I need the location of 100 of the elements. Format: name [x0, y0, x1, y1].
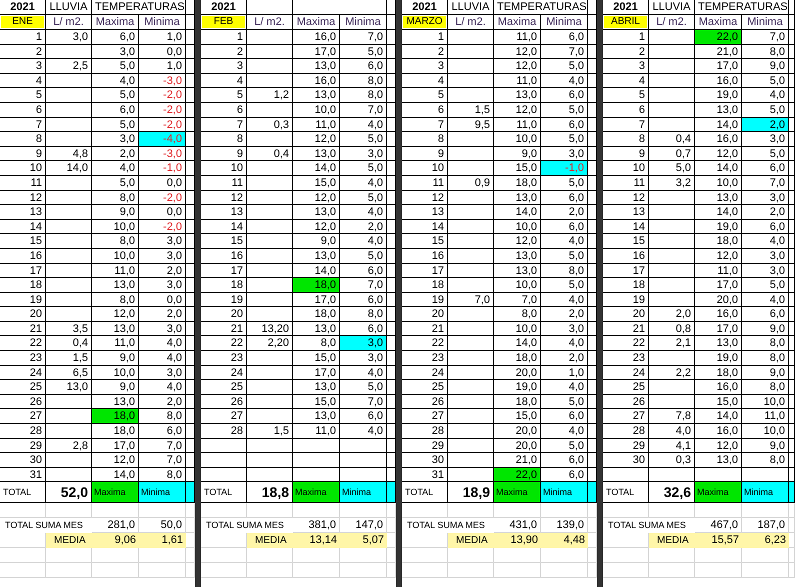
max-cell: 17,0: [293, 292, 340, 308]
max-cell: 10,0: [92, 366, 139, 380]
max-cell: 3,0: [92, 44, 139, 60]
day-cell: 23: [402, 351, 448, 366]
day-cell: 26: [402, 394, 448, 410]
min-cell: 2,0: [541, 307, 588, 322]
empty-cell: [649, 88, 695, 103]
max-cell: 5,0: [92, 88, 139, 103]
spacer-cell: [186, 161, 195, 176]
spacer-cell: [387, 30, 396, 45]
day-cell: 10: [402, 161, 448, 176]
rain-cell: 3,5: [46, 322, 92, 336]
max-cell: 5,0: [92, 118, 139, 132]
max-cell: 15,0: [695, 394, 742, 410]
spacer-cell: [588, 409, 597, 424]
min-cell: 6,0: [541, 190, 588, 206]
empty-cell: [46, 278, 92, 293]
min-cell: 5,0: [742, 278, 789, 293]
empty-cell: [649, 380, 695, 395]
empty-cell: [201, 468, 247, 482]
max-cell: 12,0: [293, 190, 340, 206]
empty-cell: [448, 30, 494, 45]
spacer-cell: [387, 59, 396, 74]
min-header: Minima: [139, 15, 186, 30]
day-cell: 14: [201, 220, 247, 234]
min-cell: 3,0: [139, 278, 186, 293]
empty-cell: [494, 548, 541, 564]
sum-label: TOTAL SUMA MES: [406, 519, 486, 532]
day-cell: 5: [402, 88, 448, 103]
max-cell: 13,0: [494, 190, 541, 206]
spacer-cell: [588, 59, 597, 74]
min-cell: 4,0: [340, 205, 387, 220]
day-cell: 3: [603, 59, 649, 74]
empty-cell: [46, 248, 92, 264]
min-cell: -3,0: [139, 74, 186, 88]
min-cell: 8,0: [340, 74, 387, 88]
spacer-cell: [186, 394, 195, 410]
spacer-cell: [588, 424, 597, 439]
day-cell: 24: [201, 366, 247, 380]
empty-cell: [448, 453, 494, 468]
min-cell: 5,0: [340, 248, 387, 264]
spacer-cell: [588, 292, 597, 308]
spacer-cell: [588, 88, 597, 103]
max-cell: 17,0: [92, 438, 139, 454]
spacer-cell: [387, 336, 396, 352]
sum-label: TOTAL SUMA MES: [205, 519, 285, 532]
empty-cell: [46, 264, 92, 278]
empty-cell: [46, 307, 92, 322]
empty-cell: [649, 44, 695, 60]
empty-cell: [448, 234, 494, 249]
day-cell: 24: [603, 366, 649, 380]
spacer-cell: [186, 278, 195, 293]
max-cell: 12,0: [494, 102, 541, 118]
spacer-cell: [186, 190, 195, 206]
rain-cell: 13,0: [46, 380, 92, 395]
empty-cell: [46, 176, 92, 191]
empty-cell: [649, 264, 695, 278]
total-label: TOTAL: [0, 482, 46, 504]
month-label: ABRIL: [604, 16, 647, 28]
empty-cell: [247, 503, 293, 518]
min-cell: 4,0: [742, 292, 789, 308]
day-cell: 24: [0, 366, 46, 380]
max-cell: 9,0: [92, 351, 139, 366]
empty-cell: [247, 220, 293, 234]
spacer-cell: [588, 176, 597, 191]
day-cell: 27: [603, 409, 649, 424]
empty-cell: [603, 503, 649, 518]
empty-cell: [649, 118, 695, 132]
day-cell: 12: [402, 190, 448, 206]
rain-cell: 9,5: [448, 118, 494, 132]
min-header: Minima: [742, 15, 789, 30]
max-cell: 8,0: [494, 307, 541, 322]
empty-cell: [46, 548, 92, 564]
empty-cell: [448, 59, 494, 74]
min-cell: 5,0: [340, 190, 387, 206]
average-max: 9,06: [114, 533, 137, 548]
min-cell: 5,0: [541, 394, 588, 410]
empty-cell: [448, 132, 494, 147]
day-cell: 6: [402, 102, 448, 118]
max-cell: 12,0: [695, 248, 742, 264]
day-cell: 10: [0, 161, 46, 176]
day-cell: 25: [603, 380, 649, 395]
spacer-cell: [588, 438, 597, 454]
max-cell: 13,0: [293, 59, 340, 74]
spacer-cell: [588, 30, 597, 45]
empty-cell: [340, 438, 387, 454]
day-cell: 30: [0, 453, 46, 468]
day-cell: 10: [201, 161, 247, 176]
day-cell: 6: [201, 102, 247, 118]
max-cell: 11,0: [293, 424, 340, 439]
spacer-cell: [588, 453, 597, 468]
temperatures-header: TEMPERATURAS: [695, 0, 789, 15]
spacer-cell: [186, 59, 195, 74]
min-cell: 8,0: [742, 44, 789, 60]
max-cell: 14,0: [494, 336, 541, 352]
empty-cell: [649, 278, 695, 293]
rain-cell: 2,2: [649, 366, 695, 380]
rain-cell: 3,2: [649, 176, 695, 191]
empty-cell: [247, 190, 293, 206]
min-cell: 7,0: [340, 102, 387, 118]
